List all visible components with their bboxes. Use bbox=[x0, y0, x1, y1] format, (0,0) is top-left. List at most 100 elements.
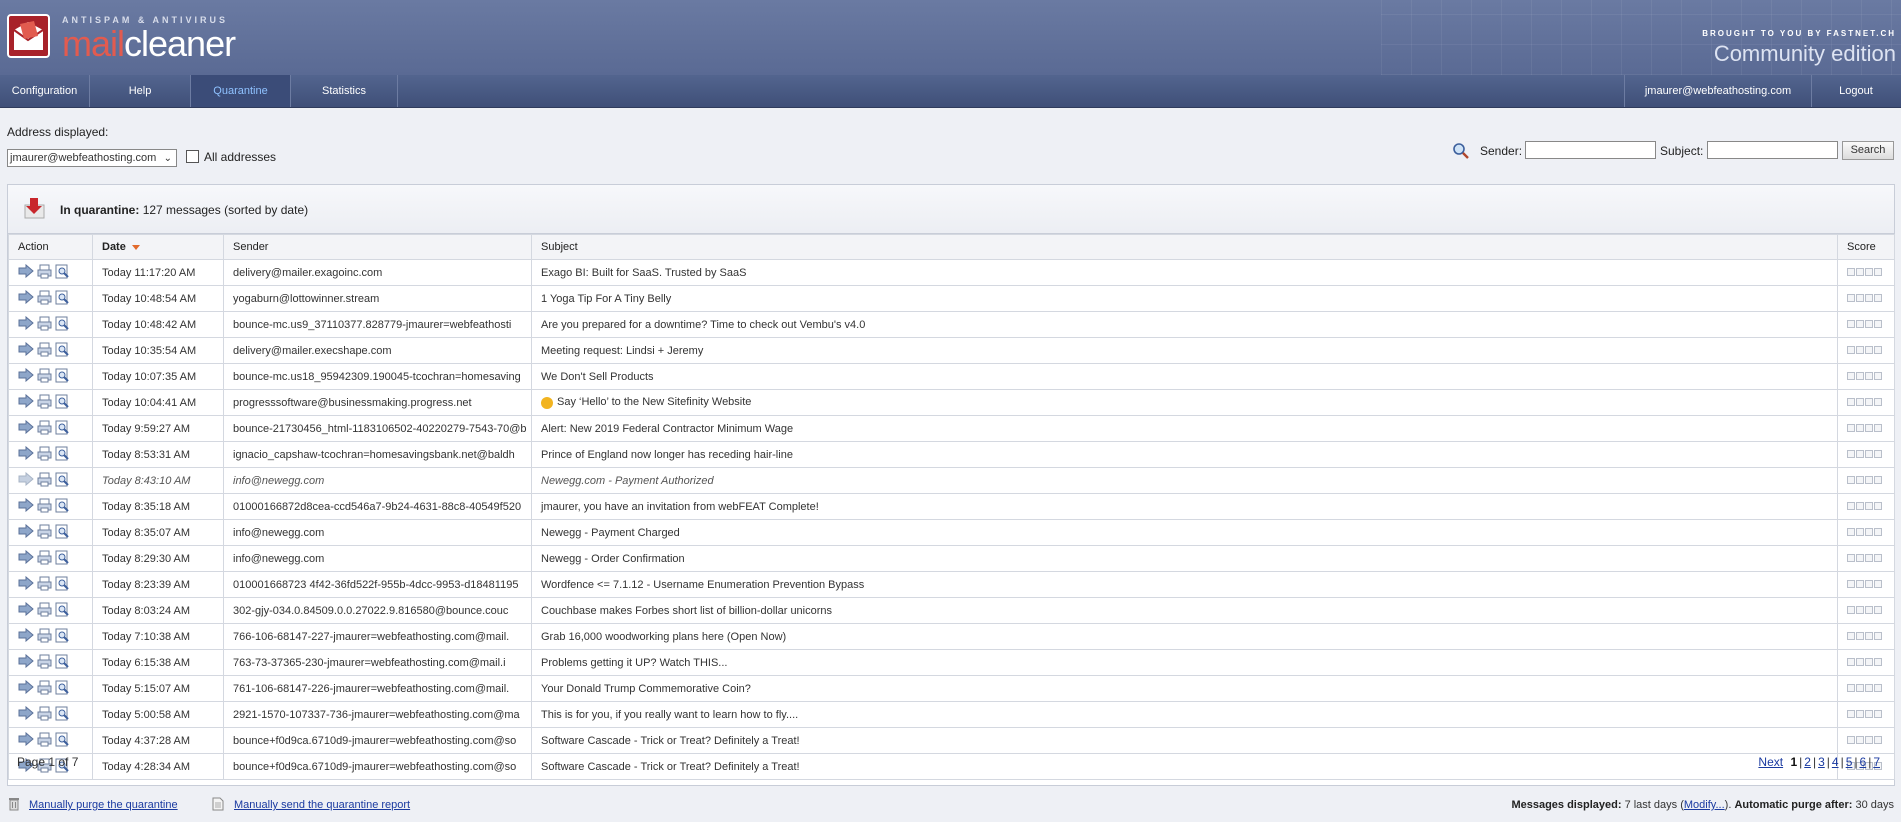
table-row[interactable]: Today 8:35:18 AM 01000166872d8cea-ccd546a… bbox=[8, 493, 1895, 520]
release-arrow-icon[interactable] bbox=[18, 341, 34, 359]
table-row[interactable]: Today 10:35:54 AM delivery@mailer.execsha… bbox=[8, 337, 1895, 364]
print-icon[interactable] bbox=[37, 420, 52, 438]
release-arrow-icon[interactable] bbox=[18, 601, 34, 619]
page-link[interactable]: 3 bbox=[1818, 755, 1825, 769]
analyze-icon[interactable] bbox=[55, 368, 70, 386]
print-icon[interactable] bbox=[37, 576, 52, 594]
analyze-icon[interactable] bbox=[55, 654, 70, 672]
release-arrow-icon[interactable] bbox=[18, 705, 34, 723]
table-row[interactable]: Today 8:29:30 AM info@newegg.com Newegg - … bbox=[8, 545, 1895, 572]
release-arrow-icon[interactable] bbox=[18, 393, 34, 411]
analyze-icon[interactable] bbox=[55, 680, 70, 698]
col-sender[interactable]: Sender bbox=[223, 234, 532, 260]
page-link[interactable]: 5 bbox=[1846, 755, 1853, 769]
sender-input[interactable] bbox=[1525, 141, 1656, 159]
table-row[interactable]: Today 10:04:41 AM progresssoftware@busine… bbox=[8, 389, 1895, 416]
analyze-icon[interactable] bbox=[55, 420, 70, 438]
print-icon[interactable] bbox=[37, 394, 52, 412]
release-arrow-icon[interactable] bbox=[18, 445, 34, 463]
print-icon[interactable] bbox=[37, 550, 52, 568]
analyze-icon[interactable] bbox=[55, 446, 70, 464]
table-row[interactable]: Today 11:17:20 AM delivery@mailer.exagoin… bbox=[8, 259, 1895, 286]
release-arrow-icon[interactable] bbox=[18, 497, 34, 515]
print-icon[interactable] bbox=[37, 316, 52, 334]
print-icon[interactable] bbox=[37, 264, 52, 282]
print-icon[interactable] bbox=[37, 472, 52, 490]
print-icon[interactable] bbox=[37, 602, 52, 620]
analyze-icon[interactable] bbox=[55, 394, 70, 412]
table-row[interactable]: Today 6:15:38 AM 763-73-37365-230-jmaurer… bbox=[8, 649, 1895, 676]
address-select[interactable]: jmaurer@webfeathosting.com ⌄ bbox=[7, 149, 177, 167]
release-arrow-icon[interactable] bbox=[18, 679, 34, 697]
analyze-icon[interactable] bbox=[55, 550, 70, 568]
table-row[interactable]: Today 8:23:39 AM 010001668723 4f42-36fd52… bbox=[8, 571, 1895, 598]
nav-configuration[interactable]: Configuration bbox=[0, 75, 90, 107]
release-arrow-icon[interactable] bbox=[18, 289, 34, 307]
table-row[interactable]: Today 9:59:27 AM bounce-21730456_html-118… bbox=[8, 415, 1895, 442]
analyze-icon[interactable] bbox=[55, 264, 70, 282]
col-score[interactable]: Score bbox=[1837, 234, 1895, 260]
release-arrow-icon[interactable] bbox=[18, 653, 34, 671]
print-icon[interactable] bbox=[37, 524, 52, 542]
nav-user[interactable]: jmaurer@webfeathosting.com bbox=[1624, 75, 1812, 107]
col-date[interactable]: Date bbox=[92, 234, 224, 260]
release-arrow-icon[interactable] bbox=[18, 523, 34, 541]
analyze-icon[interactable] bbox=[55, 290, 70, 308]
release-arrow-icon[interactable] bbox=[18, 367, 34, 385]
table-row[interactable]: Today 10:48:54 AM yogaburn@lottowinner.st… bbox=[8, 285, 1895, 312]
analyze-icon[interactable] bbox=[55, 524, 70, 542]
print-icon[interactable] bbox=[37, 368, 52, 386]
page-link[interactable]: 4 bbox=[1832, 755, 1839, 769]
purge-quarantine-link[interactable]: Manually purge the quarantine bbox=[29, 799, 178, 811]
table-row[interactable]: Today 10:48:42 AM bounce-mc.us9_37110377.… bbox=[8, 311, 1895, 338]
release-arrow-icon[interactable] bbox=[18, 263, 34, 281]
all-addresses-checkbox[interactable] bbox=[186, 150, 199, 163]
table-row[interactable]: Today 10:07:35 AM bounce-mc.us18_95942309… bbox=[8, 363, 1895, 390]
print-icon[interactable] bbox=[37, 706, 52, 724]
analyze-icon[interactable] bbox=[55, 342, 70, 360]
nav-help[interactable]: Help bbox=[90, 75, 191, 107]
print-icon[interactable] bbox=[37, 628, 52, 646]
analyze-icon[interactable] bbox=[55, 628, 70, 646]
analyze-icon[interactable] bbox=[55, 706, 70, 724]
table-row[interactable]: Today 8:43:10 AM info@newegg.com Newegg.co… bbox=[8, 467, 1895, 494]
table-row[interactable]: Today 4:37:28 AM bounce+f0d9ca.6710d9-jma… bbox=[8, 727, 1895, 754]
analyze-icon[interactable] bbox=[55, 472, 70, 490]
analyze-icon[interactable] bbox=[55, 732, 70, 750]
release-arrow-icon[interactable] bbox=[18, 315, 34, 333]
table-row[interactable]: Today 8:53:31 AM ignacio_capshaw-tcochran… bbox=[8, 441, 1895, 468]
release-arrow-icon[interactable] bbox=[18, 731, 34, 749]
print-icon[interactable] bbox=[37, 680, 52, 698]
nav-statistics[interactable]: Statistics bbox=[291, 75, 398, 107]
next-page-link[interactable]: Next bbox=[1758, 755, 1783, 769]
print-icon[interactable] bbox=[37, 654, 52, 672]
analyze-icon[interactable] bbox=[55, 576, 70, 594]
release-arrow-icon[interactable] bbox=[18, 627, 34, 645]
page-link[interactable]: 2 bbox=[1804, 755, 1811, 769]
table-row[interactable]: Today 5:15:07 AM 761-106-68147-226-jmaure… bbox=[8, 675, 1895, 702]
table-row[interactable]: Today 8:03:24 AM 302-gjy-034.0.84509.0.0.… bbox=[8, 597, 1895, 624]
search-button[interactable]: Search bbox=[1842, 141, 1894, 160]
subject-input[interactable] bbox=[1707, 141, 1838, 159]
print-icon[interactable] bbox=[37, 342, 52, 360]
table-row[interactable]: Today 8:35:07 AM info@newegg.com Newegg - … bbox=[8, 519, 1895, 546]
release-arrow-icon[interactable] bbox=[18, 575, 34, 593]
nav-quarantine[interactable]: Quarantine bbox=[191, 75, 291, 107]
print-icon[interactable] bbox=[37, 446, 52, 464]
page-link[interactable]: 6 bbox=[1860, 755, 1867, 769]
release-arrow-icon[interactable] bbox=[18, 549, 34, 567]
print-icon[interactable] bbox=[37, 732, 52, 750]
nav-logout[interactable]: Logout bbox=[1811, 75, 1901, 107]
release-arrow-icon[interactable] bbox=[18, 471, 34, 489]
col-subject[interactable]: Subject bbox=[531, 234, 1838, 260]
analyze-icon[interactable] bbox=[55, 498, 70, 516]
print-icon[interactable] bbox=[37, 498, 52, 516]
table-row[interactable]: Today 7:10:38 AM 766-106-68147-227-jmaure… bbox=[8, 623, 1895, 650]
release-arrow-icon[interactable] bbox=[18, 419, 34, 437]
analyze-icon[interactable] bbox=[55, 602, 70, 620]
analyze-icon[interactable] bbox=[55, 316, 70, 334]
page-link[interactable]: 7 bbox=[1873, 755, 1880, 769]
send-report-link[interactable]: Manually send the quarantine report bbox=[234, 799, 410, 811]
table-row[interactable]: Today 4:28:34 AM bounce+f0d9ca.6710d9-jma… bbox=[8, 753, 1895, 780]
modify-link[interactable]: Modify... bbox=[1684, 799, 1725, 811]
